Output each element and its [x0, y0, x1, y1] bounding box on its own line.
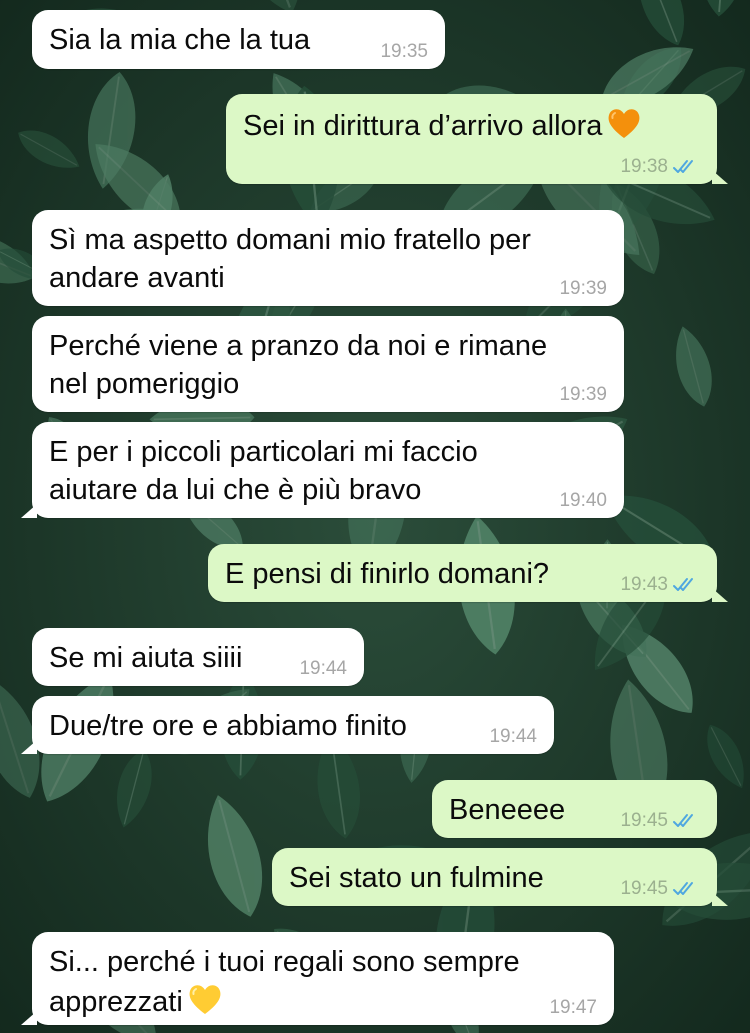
message-time: 19:45: [620, 810, 668, 831]
message-meta: 19:45: [620, 811, 700, 831]
message-text: E per i piccoli particolari mi faccio ai…: [49, 436, 478, 506]
message-text: Sia la mia che la tua: [49, 24, 311, 56]
orange-heart-icon: [609, 109, 640, 138]
message-time: 19:40: [559, 490, 607, 511]
double-check-icon: [673, 578, 693, 591]
message-bubble-incoming[interactable]: Se mi aiuta siiii 19:44: [32, 628, 364, 686]
message-meta: 19:44: [489, 727, 537, 747]
message-meta: 19:39: [559, 385, 607, 405]
message-meta: 19:47: [549, 998, 597, 1018]
message-meta: 19:39: [559, 279, 607, 299]
message-time: 19:39: [559, 278, 607, 299]
message-meta: 19:35: [380, 42, 428, 62]
message-time: 19:43: [620, 574, 668, 595]
message-time: 19:35: [380, 41, 428, 62]
message-time: 19:39: [559, 384, 607, 405]
message-bubble-incoming[interactable]: E per i piccoli particolari mi faccio ai…: [21, 422, 624, 518]
message-bubble-incoming[interactable]: Sia la mia che la tua 19:35: [32, 10, 445, 69]
message-meta: 19:44: [299, 659, 347, 679]
message-bubble-incoming[interactable]: Si... perché i tuoi regali sono sempre a…: [21, 932, 614, 1025]
message-time: 19:38: [620, 156, 668, 177]
message-time: 19:47: [549, 997, 597, 1018]
message-text: Sì ma aspetto domani mio fratello per an…: [49, 224, 531, 294]
double-check-icon: [673, 882, 693, 895]
message-time: 19:45: [620, 878, 668, 899]
message-text: Due/tre ore e abbiamo finito: [49, 710, 407, 742]
message-text-content: Si... perché i tuoi regali sono sempre a…: [49, 946, 520, 1018]
message-text: Si... perché i tuoi regali sono sempre a…: [49, 943, 598, 1021]
message-bubble-outgoing[interactable]: Sei stato un fulmine 19:45: [272, 848, 728, 906]
message-bubble-outgoing[interactable]: Beneeee 19:45: [432, 780, 717, 838]
message-bubble-incoming[interactable]: Due/tre ore e abbiamo finito 19:44: [21, 696, 554, 754]
message-meta: 19:43: [620, 575, 700, 595]
message-time: 19:44: [299, 658, 347, 679]
yellow-heart-icon: [189, 985, 221, 1014]
message-text-content: Sei in dirittura d’arrivo allora: [243, 110, 603, 142]
message-bubble-outgoing[interactable]: Sei in dirittura d’arrivo allora 19:38: [226, 94, 728, 184]
double-check-icon: [673, 814, 693, 827]
message-meta: 19:40: [559, 491, 607, 511]
message-time: 19:44: [489, 726, 537, 747]
message-meta: 19:38: [620, 157, 700, 177]
message-bubble-incoming[interactable]: Perché viene a pranzo da noi e rimane ne…: [32, 316, 624, 412]
message-meta: 19:45: [620, 879, 700, 899]
message-text: Sei in dirittura d’arrivo allora: [243, 105, 701, 145]
message-text: Perché viene a pranzo da noi e rimane ne…: [49, 330, 548, 400]
double-check-icon: [673, 160, 693, 173]
message-bubble-outgoing[interactable]: E pensi di finirlo domani? 19:43: [208, 544, 728, 602]
message-bubble-incoming[interactable]: Sì ma aspetto domani mio fratello per an…: [32, 210, 624, 306]
